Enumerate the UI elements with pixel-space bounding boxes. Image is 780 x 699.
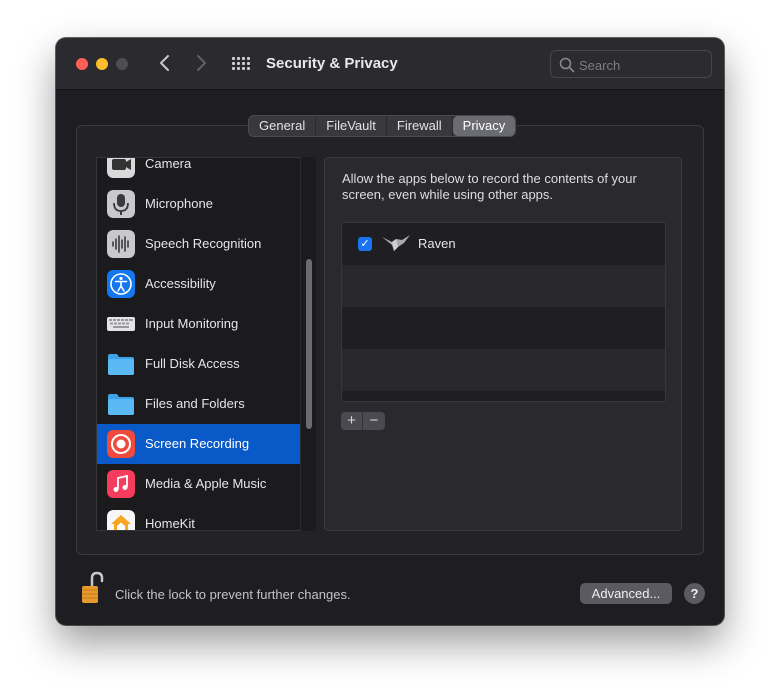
- tab-general[interactable]: General: [249, 116, 317, 136]
- app-list: ✓ Raven: [341, 222, 666, 402]
- close-window-button[interactable]: [76, 58, 88, 70]
- add-app-button[interactable]: +: [341, 412, 363, 430]
- sidebar-item-label: Input Monitoring: [145, 316, 239, 331]
- screen-recording-icon: [107, 430, 135, 458]
- waveform-icon: [107, 230, 135, 258]
- sidebar-item-label: Screen Recording: [145, 436, 250, 451]
- sidebar-item-label: Accessibility: [145, 276, 216, 291]
- sidebar-item-microphone[interactable]: Microphone: [97, 184, 300, 224]
- sidebar-item-accessibility[interactable]: Accessibility: [97, 264, 300, 304]
- title-bar: Security & Privacy: [56, 38, 724, 90]
- sidebar-item-full-disk-access[interactable]: Full Disk Access: [97, 344, 300, 384]
- chevron-left-icon: [160, 55, 169, 71]
- sidebar-item-camera[interactable]: Camera: [97, 157, 300, 184]
- sidebar-item-media-apple-music[interactable]: Media & Apple Music: [97, 464, 300, 504]
- accessibility-icon: [107, 270, 135, 298]
- sidebar-item-label: Full Disk Access: [145, 356, 240, 371]
- permission-description: Allow the apps below to record the conte…: [342, 171, 637, 202]
- empty-row: [342, 349, 665, 391]
- tab-bar: General FileVault Firewall Privacy: [248, 115, 517, 137]
- keyboard-icon: [107, 317, 135, 331]
- search-input[interactable]: [579, 56, 705, 74]
- add-remove-control: + −: [341, 412, 385, 430]
- screen-recording-panel: Allow the apps below to record the conte…: [324, 157, 682, 531]
- advanced-button[interactable]: Advanced...: [580, 583, 672, 604]
- raven-icon: [382, 235, 410, 251]
- sidebar-item-files-and-folders[interactable]: Files and Folders: [97, 384, 300, 424]
- help-button[interactable]: ?: [684, 583, 705, 604]
- privacy-category-list[interactable]: Camera Microphone Speech Recognition Acc…: [96, 157, 316, 531]
- preferences-window: Security & Privacy General FileVault Fir…: [56, 38, 724, 625]
- app-name: Raven: [418, 236, 456, 251]
- show-all-grid-icon[interactable]: [232, 57, 250, 71]
- window-title: Security & Privacy: [266, 55, 398, 72]
- minimize-window-button[interactable]: [96, 58, 108, 70]
- empty-row: [342, 265, 665, 307]
- zoom-window-button[interactable]: [116, 58, 128, 70]
- sidebar-item-label: Files and Folders: [145, 396, 245, 411]
- sidebar-item-screen-recording[interactable]: Screen Recording: [97, 424, 300, 464]
- tab-firewall[interactable]: Firewall: [387, 116, 453, 136]
- remove-app-button[interactable]: −: [363, 412, 385, 430]
- tab-filevault[interactable]: FileVault: [316, 116, 387, 136]
- sidebar-item-label: Camera: [145, 157, 192, 171]
- sidebar-item-label: Speech Recognition: [145, 236, 262, 251]
- app-row[interactable]: ✓ Raven: [342, 223, 665, 265]
- sidebar-item-speech-recognition[interactable]: Speech Recognition: [97, 224, 300, 264]
- sidebar-item-label: HomeKit: [145, 516, 195, 531]
- raven-checkbox[interactable]: ✓: [358, 237, 372, 251]
- home-icon: [107, 510, 135, 530]
- sidebar-scrollbar[interactable]: [300, 157, 316, 531]
- search-field[interactable]: [550, 50, 712, 78]
- camera-icon: [107, 158, 135, 178]
- tab-privacy[interactable]: Privacy: [452, 116, 516, 136]
- lock-status-text: Click the lock to prevent further change…: [115, 587, 351, 602]
- chevron-right-icon: [197, 55, 206, 71]
- sidebar-item-label: Microphone: [145, 196, 213, 211]
- unlocked-lock-icon[interactable]: [80, 571, 104, 605]
- music-icon: [107, 470, 135, 498]
- sidebar-item-input-monitoring[interactable]: Input Monitoring: [97, 304, 300, 344]
- folder-icon: [108, 394, 134, 415]
- forward-button[interactable]: [190, 52, 212, 74]
- microphone-icon: [107, 190, 135, 218]
- back-button[interactable]: [154, 52, 176, 74]
- folder-icon: [108, 354, 134, 375]
- scroll-thumb[interactable]: [306, 259, 312, 429]
- sidebar-item-label: Media & Apple Music: [145, 476, 267, 491]
- sidebar-item-homekit[interactable]: HomeKit: [97, 504, 300, 531]
- search-icon: [559, 57, 575, 73]
- empty-row: [342, 307, 665, 349]
